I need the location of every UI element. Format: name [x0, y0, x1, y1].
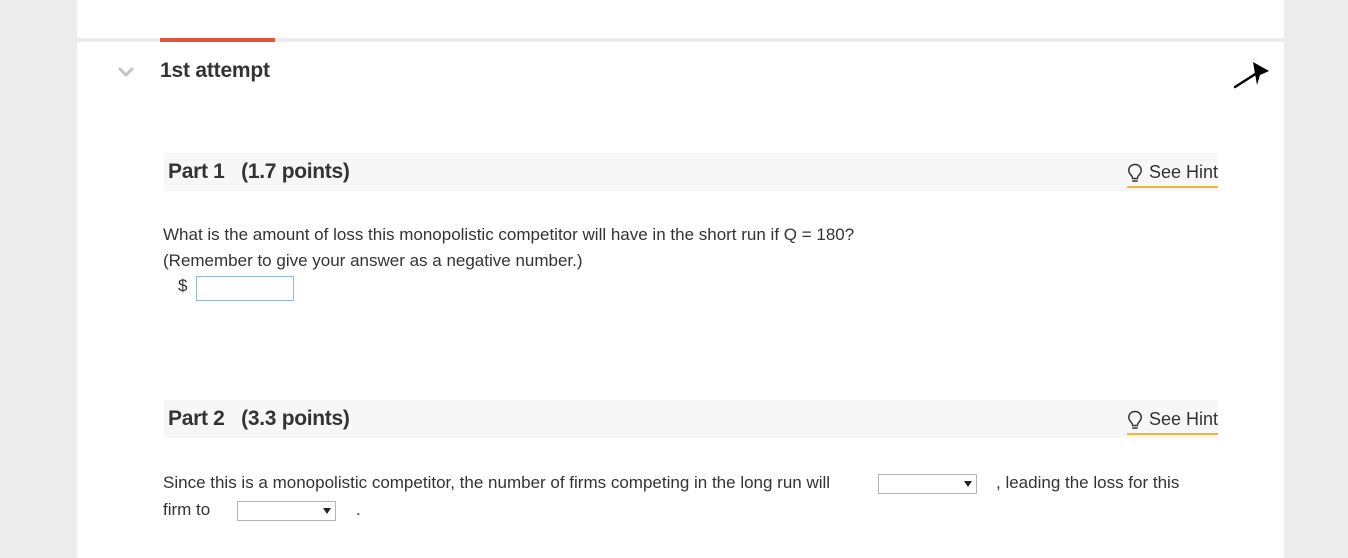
lightbulb-icon — [1128, 163, 1142, 182]
firms-count-dropdown[interactable] — [878, 474, 977, 494]
answer-input[interactable] — [196, 276, 294, 301]
currency-symbol: $ — [178, 276, 188, 295]
part-1-question: What is the amount of loss this monopoli… — [163, 225, 855, 244]
part-2-question-start: Since this is a monopolistic competitor,… — [163, 473, 831, 492]
see-hint-link-part-2[interactable]: See Hint — [1126, 406, 1218, 435]
sentence-period: . — [356, 500, 361, 519]
lightbulb-icon — [1128, 410, 1142, 429]
chevron-down-icon[interactable] — [117, 65, 135, 79]
see-hint-label: See Hint — [1148, 162, 1218, 182]
caret-down-icon — [323, 508, 331, 514]
part-1-title: Part 1 (1.7 points) — [168, 160, 350, 183]
part-2-question-end: firm to — [163, 500, 211, 519]
part-1-header: Part 1 (1.7 points) See Hint — [164, 153, 1218, 191]
question-panel: 1st attempt Part 1 (1.7 points) See Hint… — [77, 0, 1284, 558]
attempt-title: 1st attempt — [160, 59, 270, 82]
pin-icon[interactable] — [1233, 58, 1271, 90]
attempt-accent-bar — [160, 38, 275, 42]
part-2-title: Part 2 (3.3 points) — [168, 407, 350, 430]
part-2-header: Part 2 (3.3 points) See Hint — [164, 400, 1218, 438]
caret-down-icon — [964, 481, 972, 487]
see-hint-label: See Hint — [1148, 409, 1218, 429]
part-1-instruction: (Remember to give your answer as a negat… — [163, 251, 583, 270]
see-hint-link-part-1[interactable]: See Hint — [1126, 159, 1218, 188]
part-2-question-middle: , leading the loss for this — [996, 473, 1180, 492]
loss-direction-dropdown[interactable] — [237, 501, 336, 521]
